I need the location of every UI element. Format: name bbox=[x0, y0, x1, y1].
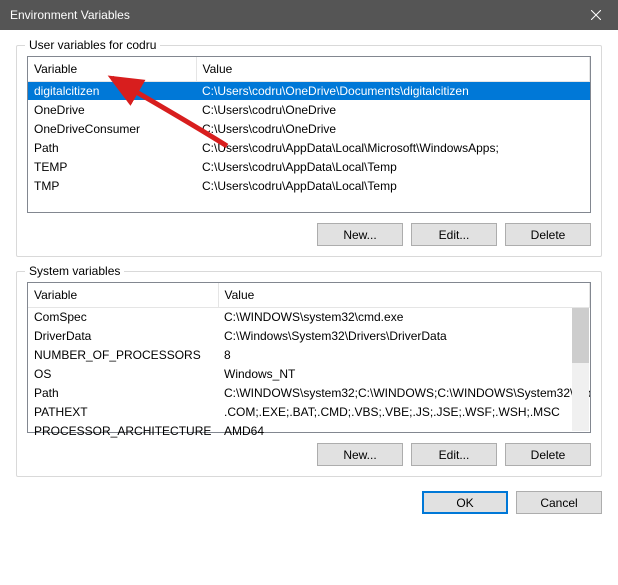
table-row[interactable]: PATHEXT .COM;.EXE;.BAT;.CMD;.VBS;.VBE;.J… bbox=[28, 402, 590, 421]
table-row[interactable]: OS Windows_NT bbox=[28, 364, 590, 383]
system-table-scrollbar[interactable] bbox=[572, 308, 589, 431]
cell-variable: PATHEXT bbox=[28, 402, 218, 421]
cell-value: AMD64 bbox=[218, 421, 590, 440]
cell-variable: OneDriveConsumer bbox=[28, 119, 196, 138]
cell-variable: digitalcitizen bbox=[28, 81, 196, 100]
dialog-content: User variables for codru Variable Value … bbox=[0, 30, 618, 526]
user-col-variable[interactable]: Variable bbox=[28, 57, 196, 81]
system-group-label: System variables bbox=[25, 264, 124, 278]
user-variables-table-wrap: Variable Value digitalcitizen C:\Users\c… bbox=[27, 56, 591, 213]
user-new-button[interactable]: New... bbox=[317, 223, 403, 246]
system-new-button[interactable]: New... bbox=[317, 443, 403, 466]
user-delete-button[interactable]: Delete bbox=[505, 223, 591, 246]
cell-variable: PROCESSOR_ARCHITECTURE bbox=[28, 421, 218, 440]
table-row[interactable]: TMP C:\Users\codru\AppData\Local\Temp bbox=[28, 176, 590, 195]
cell-variable: NUMBER_OF_PROCESSORS bbox=[28, 345, 218, 364]
cell-variable: OneDrive bbox=[28, 100, 196, 119]
cell-value: C:\Windows\System32\Drivers\DriverData bbox=[218, 326, 590, 345]
cell-value: C:\Users\codru\OneDrive bbox=[196, 119, 590, 138]
user-button-row: New... Edit... Delete bbox=[27, 223, 591, 246]
dialog-footer: OK Cancel bbox=[16, 491, 602, 514]
table-row[interactable]: NUMBER_OF_PROCESSORS 8 bbox=[28, 345, 590, 364]
user-variables-group: User variables for codru Variable Value … bbox=[16, 45, 602, 257]
cell-value: C:\Users\codru\AppData\Local\Temp bbox=[196, 176, 590, 195]
ok-button[interactable]: OK bbox=[422, 491, 508, 514]
table-row[interactable]: ComSpec C:\WINDOWS\system32\cmd.exe bbox=[28, 307, 590, 326]
cell-value: C:\Users\codru\OneDrive\Documents\digita… bbox=[196, 81, 590, 100]
titlebar: Environment Variables bbox=[0, 0, 618, 30]
cell-variable: Path bbox=[28, 383, 218, 402]
system-variables-group: System variables Variable Value ComSpec … bbox=[16, 271, 602, 477]
table-row[interactable]: digitalcitizen C:\Users\codru\OneDrive\D… bbox=[28, 81, 590, 100]
cell-variable: ComSpec bbox=[28, 307, 218, 326]
cell-variable: OS bbox=[28, 364, 218, 383]
cell-value: Windows_NT bbox=[218, 364, 590, 383]
window-title: Environment Variables bbox=[10, 8, 573, 22]
system-variables-table[interactable]: Variable Value ComSpec C:\WINDOWS\system… bbox=[28, 283, 590, 440]
cell-value: C:\Users\codru\AppData\Local\Temp bbox=[196, 157, 590, 176]
close-button[interactable] bbox=[573, 0, 618, 30]
cell-variable: TMP bbox=[28, 176, 196, 195]
user-group-label: User variables for codru bbox=[25, 38, 160, 52]
table-row[interactable]: Path C:\WINDOWS\system32;C:\WINDOWS;C:\W… bbox=[28, 383, 590, 402]
cell-variable: DriverData bbox=[28, 326, 218, 345]
cell-variable: TEMP bbox=[28, 157, 196, 176]
system-delete-button[interactable]: Delete bbox=[505, 443, 591, 466]
cell-value: .COM;.EXE;.BAT;.CMD;.VBS;.VBE;.JS;.JSE;.… bbox=[218, 402, 590, 421]
table-row[interactable]: DriverData C:\Windows\System32\Drivers\D… bbox=[28, 326, 590, 345]
table-row[interactable]: Path C:\Users\codru\AppData\Local\Micros… bbox=[28, 138, 590, 157]
cell-value: C:\Users\codru\OneDrive bbox=[196, 100, 590, 119]
table-row[interactable]: OneDriveConsumer C:\Users\codru\OneDrive bbox=[28, 119, 590, 138]
cell-value: C:\Users\codru\AppData\Local\Microsoft\W… bbox=[196, 138, 590, 157]
system-button-row: New... Edit... Delete bbox=[27, 443, 591, 466]
table-row[interactable]: PROCESSOR_ARCHITECTURE AMD64 bbox=[28, 421, 590, 440]
table-row[interactable]: OneDrive C:\Users\codru\OneDrive bbox=[28, 100, 590, 119]
cell-variable: Path bbox=[28, 138, 196, 157]
close-icon bbox=[591, 10, 601, 20]
system-edit-button[interactable]: Edit... bbox=[411, 443, 497, 466]
system-variables-table-wrap: Variable Value ComSpec C:\WINDOWS\system… bbox=[27, 282, 591, 433]
table-row[interactable]: TEMP C:\Users\codru\AppData\Local\Temp bbox=[28, 157, 590, 176]
cancel-button[interactable]: Cancel bbox=[516, 491, 602, 514]
user-col-value[interactable]: Value bbox=[196, 57, 590, 81]
cell-value: C:\WINDOWS\system32;C:\WINDOWS;C:\WINDOW… bbox=[218, 383, 590, 402]
user-variables-table[interactable]: Variable Value digitalcitizen C:\Users\c… bbox=[28, 57, 590, 195]
cell-value: C:\WINDOWS\system32\cmd.exe bbox=[218, 307, 590, 326]
sys-col-variable[interactable]: Variable bbox=[28, 283, 218, 307]
sys-col-value[interactable]: Value bbox=[218, 283, 590, 307]
cell-value: 8 bbox=[218, 345, 590, 364]
user-edit-button[interactable]: Edit... bbox=[411, 223, 497, 246]
